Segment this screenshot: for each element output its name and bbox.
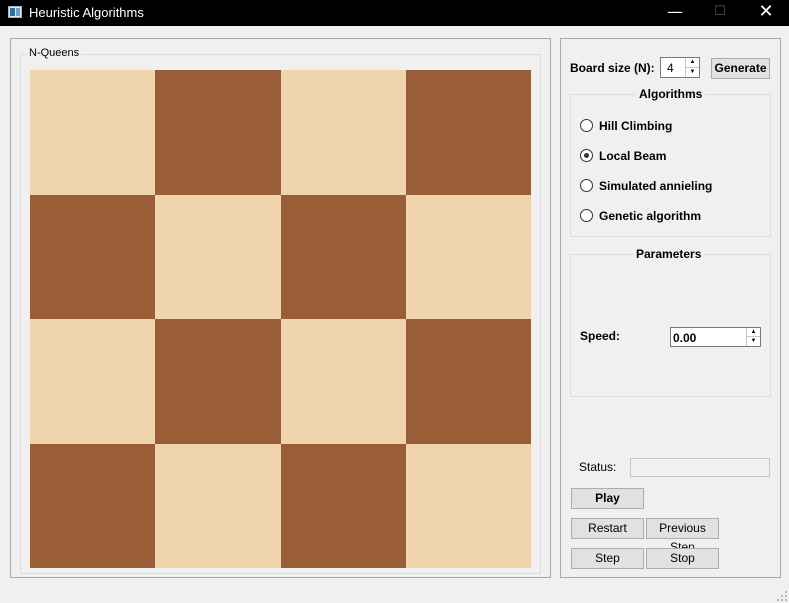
restart-button[interactable]: Restart	[571, 518, 644, 539]
board-square[interactable]	[405, 443, 531, 568]
app-window-icon	[8, 6, 22, 18]
chess-board[interactable]	[30, 70, 531, 568]
board-size-increment-arrow-icon[interactable]: ▲	[686, 58, 699, 68]
speed-value: 0.00	[673, 331, 697, 345]
board-size-decrement-arrow-icon[interactable]: ▼	[686, 68, 699, 78]
board-square[interactable]	[30, 319, 156, 444]
board-size-value: 4	[667, 61, 674, 75]
radio-checked-circle-icon[interactable]	[580, 149, 593, 162]
radio-label: Local Beam	[599, 149, 667, 163]
speed-spinbox[interactable]: 0.00 ▲ ▼	[670, 327, 761, 347]
radio-circle-icon[interactable]	[580, 179, 593, 192]
board-square[interactable]	[280, 443, 406, 568]
speed-decrement-arrow-icon[interactable]: ▼	[747, 337, 760, 346]
radio-label: Genetic algorithm	[599, 209, 702, 223]
status-label: Status:	[579, 460, 617, 474]
previous-step-button[interactable]: Previous Step	[646, 518, 719, 554]
speed-increment-arrow-icon[interactable]: ▲	[747, 328, 760, 337]
board-square[interactable]	[155, 70, 281, 195]
board-square[interactable]	[30, 194, 156, 319]
parameters-title: Parameters	[633, 247, 705, 261]
board-square[interactable]	[155, 194, 281, 319]
stop-button[interactable]: Stop	[646, 548, 719, 569]
minimize-button[interactable]: —	[652, 0, 698, 26]
maximize-button[interactable]: ☐	[697, 0, 743, 26]
board-square[interactable]	[405, 70, 531, 195]
speed-label: Speed:	[580, 329, 621, 343]
board-square[interactable]	[30, 443, 156, 568]
window-title: Heuristic Algorithms	[29, 5, 144, 20]
play-button[interactable]: Play	[571, 488, 644, 509]
generate-button[interactable]: Generate	[711, 58, 770, 79]
board-square[interactable]	[280, 194, 406, 319]
board-square[interactable]	[280, 70, 406, 195]
board-square[interactable]	[30, 70, 156, 195]
close-button[interactable]: ✕	[743, 0, 789, 26]
resize-grip-icon[interactable]	[777, 591, 787, 601]
radio-circle-icon[interactable]	[580, 209, 593, 222]
n-queens-group-title: N-Queens	[27, 47, 82, 59]
parameters-box	[570, 254, 771, 397]
board-size-spinbox[interactable]: 4 ▲ ▼	[660, 57, 700, 78]
algorithms-title: Algorithms	[636, 87, 706, 101]
radio-label: Simulated annieling	[599, 179, 713, 193]
title-bar: Heuristic Algorithms — ☐ ✕	[0, 0, 789, 26]
board-square[interactable]	[155, 319, 281, 444]
radio-label: Hill Climbing	[599, 119, 673, 133]
step-button[interactable]: Step	[571, 548, 644, 569]
status-field	[630, 458, 770, 477]
board-square[interactable]	[405, 319, 531, 444]
board-size-label: Board size (N):	[570, 61, 655, 75]
radio-circle-icon[interactable]	[580, 119, 593, 132]
board-square[interactable]	[155, 443, 281, 568]
board-square[interactable]	[280, 319, 406, 444]
board-square[interactable]	[405, 194, 531, 319]
